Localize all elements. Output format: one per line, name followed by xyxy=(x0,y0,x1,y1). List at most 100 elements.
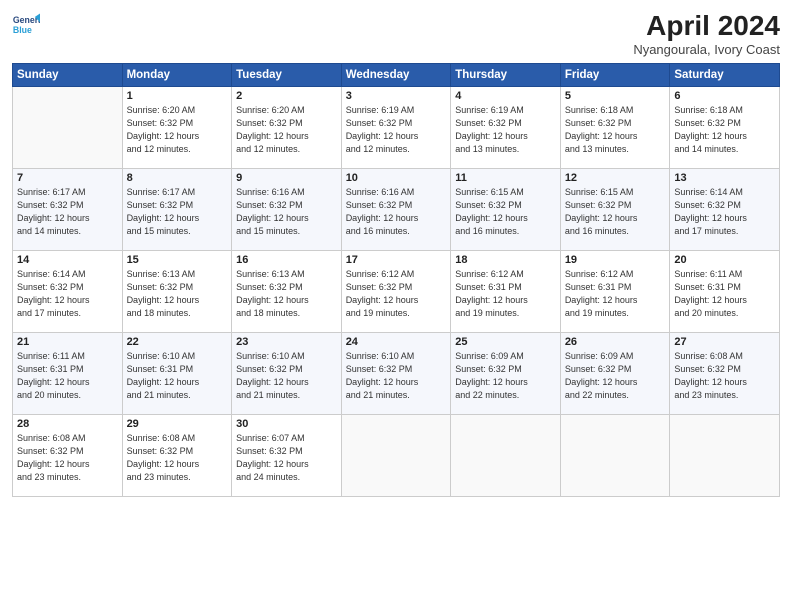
calendar-cell: 5Sunrise: 6:18 AM Sunset: 6:32 PM Daylig… xyxy=(560,87,670,169)
day-number: 12 xyxy=(565,172,666,184)
day-detail: Sunrise: 6:19 AM Sunset: 6:32 PM Dayligh… xyxy=(455,104,556,156)
day-detail: Sunrise: 6:09 AM Sunset: 6:32 PM Dayligh… xyxy=(565,350,666,402)
day-detail: Sunrise: 6:16 AM Sunset: 6:32 PM Dayligh… xyxy=(346,186,447,238)
day-detail: Sunrise: 6:14 AM Sunset: 6:32 PM Dayligh… xyxy=(674,186,775,238)
calendar-cell: 23 Sunrise: 6:10 AM Sunset: 6:32 PM Dayli… xyxy=(232,333,342,415)
day-number: 20 xyxy=(674,254,775,266)
week-row-1: 1 Sunrise: 6:20 AM Sunset: 6:32 PM Daylig… xyxy=(13,87,780,169)
calendar-cell: 4 Sunrise: 6:19 AM Sunset: 6:32 PM Daylig… xyxy=(451,87,561,169)
day-number: 29 xyxy=(127,418,228,430)
day-detail: Sunrise: 6:12 AM Sunset: 6:31 PM Dayligh… xyxy=(455,268,556,320)
day-detail: Sunrise: 6:20 AM Sunset: 6:32 PM Dayligh… xyxy=(236,104,337,156)
calendar-cell: 12Sunrise: 6:15 AM Sunset: 6:32 PM Dayli… xyxy=(560,169,670,251)
calendar-cell: 20 Sunrise: 6:11 AM Sunset: 6:31 PM Dayli… xyxy=(670,251,780,333)
day-header-wednesday: Wednesday xyxy=(341,64,451,87)
calendar-cell: 11 Sunrise: 6:15 AM Sunset: 6:32 PM Dayli… xyxy=(451,169,561,251)
calendar-table: SundayMondayTuesdayWednesdayThursdayFrid… xyxy=(12,63,780,497)
calendar-cell: 2 Sunrise: 6:20 AM Sunset: 6:32 PM Daylig… xyxy=(232,87,342,169)
day-number: 19 xyxy=(565,254,666,266)
day-detail: Sunrise: 6:13 AM Sunset: 6:32 PM Dayligh… xyxy=(236,268,337,320)
day-detail: Sunrise: 6:08 AM Sunset: 6:32 PM Dayligh… xyxy=(17,432,118,484)
day-detail: Sunrise: 6:14 AM Sunset: 6:32 PM Dayligh… xyxy=(17,268,118,320)
calendar-cell: 28 Sunrise: 6:08 AM Sunset: 6:32 PM Dayli… xyxy=(13,415,123,497)
day-detail: Sunrise: 6:09 AM Sunset: 6:32 PM Dayligh… xyxy=(455,350,556,402)
day-number: 26 xyxy=(565,336,666,348)
calendar-cell: 29 Sunrise: 6:08 AM Sunset: 6:32 PM Dayli… xyxy=(122,415,232,497)
day-detail: Sunrise: 6:10 AM Sunset: 6:32 PM Dayligh… xyxy=(236,350,337,402)
logo: General Blue xyxy=(12,10,40,38)
day-number: 24 xyxy=(346,336,447,348)
calendar-cell: 27 Sunrise: 6:08 AM Sunset: 6:32 PM Dayli… xyxy=(670,333,780,415)
day-header-saturday: Saturday xyxy=(670,64,780,87)
day-number: 23 xyxy=(236,336,337,348)
day-number: 8 xyxy=(127,172,228,184)
day-detail: Sunrise: 6:16 AM Sunset: 6:32 PM Dayligh… xyxy=(236,186,337,238)
calendar-container: General Blue April 2024 Nyangourala, Ivo… xyxy=(0,0,792,612)
day-number: 15 xyxy=(127,254,228,266)
day-number: 2 xyxy=(236,90,337,102)
calendar-cell: 9 Sunrise: 6:16 AM Sunset: 6:32 PM Daylig… xyxy=(232,169,342,251)
day-number: 27 xyxy=(674,336,775,348)
calendar-cell xyxy=(670,415,780,497)
day-number: 1 xyxy=(127,90,228,102)
calendar-cell: 1 Sunrise: 6:20 AM Sunset: 6:32 PM Daylig… xyxy=(122,87,232,169)
calendar-cell: 13 Sunrise: 6:14 AM Sunset: 6:32 PM Dayli… xyxy=(670,169,780,251)
day-detail: Sunrise: 6:08 AM Sunset: 6:32 PM Dayligh… xyxy=(674,350,775,402)
day-number: 25 xyxy=(455,336,556,348)
week-row-5: 28 Sunrise: 6:08 AM Sunset: 6:32 PM Dayli… xyxy=(13,415,780,497)
day-number: 16 xyxy=(236,254,337,266)
calendar-cell: 26 Sunrise: 6:09 AM Sunset: 6:32 PM Dayli… xyxy=(560,333,670,415)
day-detail: Sunrise: 6:15 AM Sunset: 6:32 PM Dayligh… xyxy=(455,186,556,238)
calendar-header-row: SundayMondayTuesdayWednesdayThursdayFrid… xyxy=(13,64,780,87)
month-title: April 2024 xyxy=(633,10,780,42)
day-number: 28 xyxy=(17,418,118,430)
day-header-monday: Monday xyxy=(122,64,232,87)
day-detail: Sunrise: 6:17 AM Sunset: 6:32 PM Dayligh… xyxy=(17,186,118,238)
day-number: 5 xyxy=(565,90,666,102)
day-detail: Sunrise: 6:07 AM Sunset: 6:32 PM Dayligh… xyxy=(236,432,337,484)
calendar-cell: 16 Sunrise: 6:13 AM Sunset: 6:32 PM Dayli… xyxy=(232,251,342,333)
week-row-4: 21 Sunrise: 6:11 AM Sunset: 6:31 PM Dayli… xyxy=(13,333,780,415)
calendar-cell: 24 Sunrise: 6:10 AM Sunset: 6:32 PM Dayli… xyxy=(341,333,451,415)
day-number: 4 xyxy=(455,90,556,102)
header: General Blue April 2024 Nyangourala, Ivo… xyxy=(12,10,780,57)
calendar-cell: 7 Sunrise: 6:17 AM Sunset: 6:32 PM Daylig… xyxy=(13,169,123,251)
day-detail: Sunrise: 6:10 AM Sunset: 6:32 PM Dayligh… xyxy=(346,350,447,402)
calendar-cell xyxy=(560,415,670,497)
calendar-cell: 19Sunrise: 6:12 AM Sunset: 6:31 PM Dayli… xyxy=(560,251,670,333)
calendar-cell: 6Sunrise: 6:18 AM Sunset: 6:32 PM Daylig… xyxy=(670,87,780,169)
day-detail: Sunrise: 6:18 AM Sunset: 6:32 PM Dayligh… xyxy=(674,104,775,156)
week-row-2: 7 Sunrise: 6:17 AM Sunset: 6:32 PM Daylig… xyxy=(13,169,780,251)
day-number: 7 xyxy=(17,172,118,184)
day-header-sunday: Sunday xyxy=(13,64,123,87)
day-number: 17 xyxy=(346,254,447,266)
day-number: 21 xyxy=(17,336,118,348)
day-detail: Sunrise: 6:20 AM Sunset: 6:32 PM Dayligh… xyxy=(127,104,228,156)
calendar-cell: 15Sunrise: 6:13 AM Sunset: 6:32 PM Dayli… xyxy=(122,251,232,333)
logo-icon: General Blue xyxy=(12,10,40,38)
day-number: 22 xyxy=(127,336,228,348)
day-number: 14 xyxy=(17,254,118,266)
day-detail: Sunrise: 6:11 AM Sunset: 6:31 PM Dayligh… xyxy=(674,268,775,320)
day-detail: Sunrise: 6:17 AM Sunset: 6:32 PM Dayligh… xyxy=(127,186,228,238)
day-number: 11 xyxy=(455,172,556,184)
day-detail: Sunrise: 6:10 AM Sunset: 6:31 PM Dayligh… xyxy=(127,350,228,402)
day-number: 9 xyxy=(236,172,337,184)
week-row-3: 14 Sunrise: 6:14 AM Sunset: 6:32 PM Dayli… xyxy=(13,251,780,333)
calendar-cell: 25 Sunrise: 6:09 AM Sunset: 6:32 PM Dayli… xyxy=(451,333,561,415)
calendar-cell: 8 Sunrise: 6:17 AM Sunset: 6:32 PM Daylig… xyxy=(122,169,232,251)
calendar-body: 1 Sunrise: 6:20 AM Sunset: 6:32 PM Daylig… xyxy=(13,87,780,497)
calendar-cell: 22 Sunrise: 6:10 AM Sunset: 6:31 PM Dayli… xyxy=(122,333,232,415)
day-detail: Sunrise: 6:08 AM Sunset: 6:32 PM Dayligh… xyxy=(127,432,228,484)
day-number: 18 xyxy=(455,254,556,266)
title-area: April 2024 Nyangourala, Ivory Coast xyxy=(633,10,780,57)
calendar-cell: 21 Sunrise: 6:11 AM Sunset: 6:31 PM Dayli… xyxy=(13,333,123,415)
day-detail: Sunrise: 6:11 AM Sunset: 6:31 PM Dayligh… xyxy=(17,350,118,402)
calendar-cell: 14 Sunrise: 6:14 AM Sunset: 6:32 PM Dayli… xyxy=(13,251,123,333)
calendar-cell: 17 Sunrise: 6:12 AM Sunset: 6:32 PM Dayli… xyxy=(341,251,451,333)
day-header-tuesday: Tuesday xyxy=(232,64,342,87)
day-number: 13 xyxy=(674,172,775,184)
calendar-cell: 18 Sunrise: 6:12 AM Sunset: 6:31 PM Dayli… xyxy=(451,251,561,333)
calendar-cell xyxy=(341,415,451,497)
day-detail: Sunrise: 6:12 AM Sunset: 6:32 PM Dayligh… xyxy=(346,268,447,320)
